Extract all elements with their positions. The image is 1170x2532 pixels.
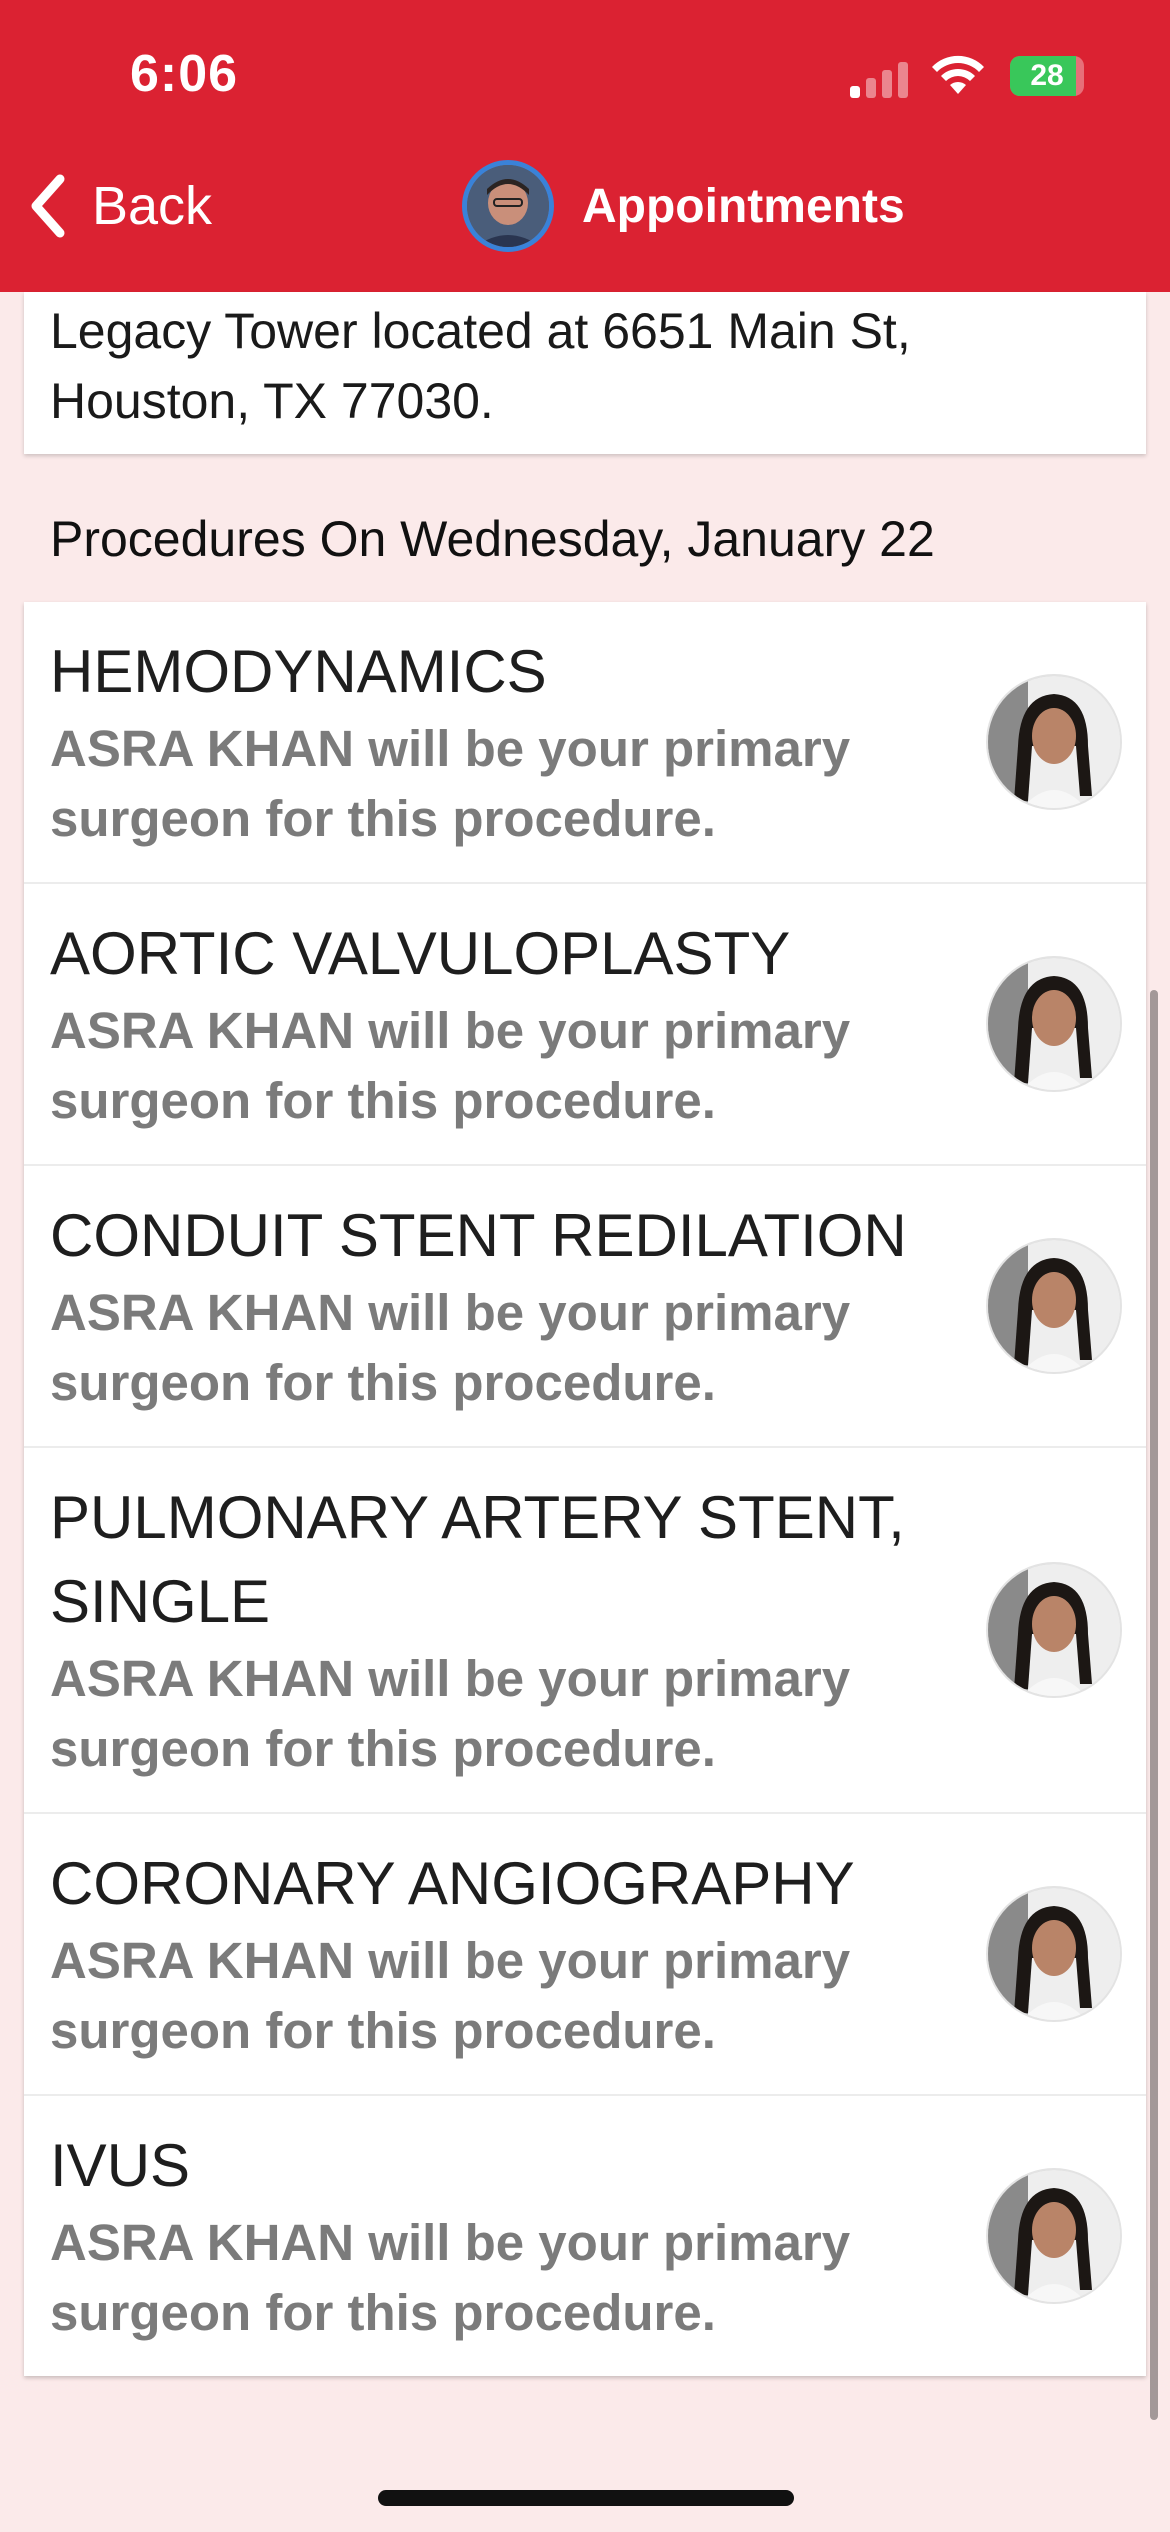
wifi-icon <box>932 55 984 94</box>
procedure-row[interactable]: AORTIC VALVULOPLASTY ASRA KHAN will be y… <box>24 884 1146 1166</box>
procedure-row[interactable]: IVUS ASRA KHAN will be your primary surg… <box>24 2096 1146 2376</box>
surgeon-avatar[interactable] <box>986 674 1122 810</box>
cellular-signal-icon <box>850 58 910 98</box>
location-address: Legacy Tower located at 6651 Main St, Ho… <box>50 303 911 429</box>
status-time: 6:06 <box>130 45 239 103</box>
procedure-surgeon-text: ASRA KHAN will be your primary surgeon f… <box>50 2214 851 2341</box>
user-avatar[interactable] <box>462 160 554 252</box>
back-label: Back <box>92 176 213 236</box>
surgeon-photo-icon <box>988 958 1120 1090</box>
surgeon-photo-icon <box>988 2170 1120 2302</box>
surgeon-avatar[interactable] <box>986 2168 1122 2304</box>
procedure-row[interactable]: HEMODYNAMICS ASRA KHAN will be your prim… <box>24 602 1146 884</box>
home-indicator[interactable] <box>378 2490 794 2506</box>
procedure-row[interactable]: PULMONARY ARTERY STENT, SINGLE ASRA KHAN… <box>24 1448 1146 1814</box>
procedure-surgeon-text: ASRA KHAN will be your primary surgeon f… <box>50 1002 851 1129</box>
procedures-date-heading: Procedures On Wednesday, January 22 <box>50 511 935 567</box>
back-button[interactable]: Back <box>26 168 212 244</box>
surgeon-photo-icon <box>988 1888 1120 2020</box>
procedure-name: AORTIC VALVULOPLASTY <box>50 920 791 987</box>
nav-title-group: Appointments <box>462 160 905 252</box>
battery-icon: 28 <box>1010 56 1084 96</box>
procedure-name: PULMONARY ARTERY STENT, SINGLE <box>50 1484 905 1635</box>
procedure-surgeon-text: ASRA KHAN will be your primary surgeon f… <box>50 1932 851 2059</box>
procedure-row[interactable]: CORONARY ANGIOGRAPHY ASRA KHAN will be y… <box>24 1814 1146 2096</box>
user-photo-icon <box>467 165 549 247</box>
procedure-surgeon-text: ASRA KHAN will be your primary surgeon f… <box>50 1284 851 1411</box>
procedure-name: HEMODYNAMICS <box>50 638 547 705</box>
page-title: Appointments <box>582 179 905 233</box>
scrollbar[interactable] <box>1150 990 1158 2420</box>
chevron-left-icon <box>31 174 65 238</box>
location-card: Legacy Tower located at 6651 Main St, Ho… <box>24 292 1146 454</box>
procedure-row[interactable]: CONDUIT STENT REDILATION ASRA KHAN will … <box>24 1166 1146 1448</box>
nav-header: 6:06 28 Back Appointments <box>0 0 1170 292</box>
surgeon-avatar[interactable] <box>986 1562 1122 1698</box>
surgeon-photo-icon <box>988 676 1120 808</box>
surgeon-avatar[interactable] <box>986 1886 1122 2022</box>
surgeon-avatar[interactable] <box>986 956 1122 1092</box>
procedure-name: CORONARY ANGIOGRAPHY <box>50 1850 855 1917</box>
procedure-surgeon-text: ASRA KHAN will be your primary surgeon f… <box>50 1650 851 1777</box>
procedure-name: IVUS <box>50 2132 191 2199</box>
surgeon-photo-icon <box>988 1240 1120 1372</box>
procedure-list: HEMODYNAMICS ASRA KHAN will be your prim… <box>24 602 1146 2376</box>
procedure-name: CONDUIT STENT REDILATION <box>50 1202 907 1269</box>
battery-level: 28 <box>1030 59 1064 92</box>
procedure-surgeon-text: ASRA KHAN will be your primary surgeon f… <box>50 720 851 847</box>
surgeon-avatar[interactable] <box>986 1238 1122 1374</box>
surgeon-photo-icon <box>988 1564 1120 1696</box>
